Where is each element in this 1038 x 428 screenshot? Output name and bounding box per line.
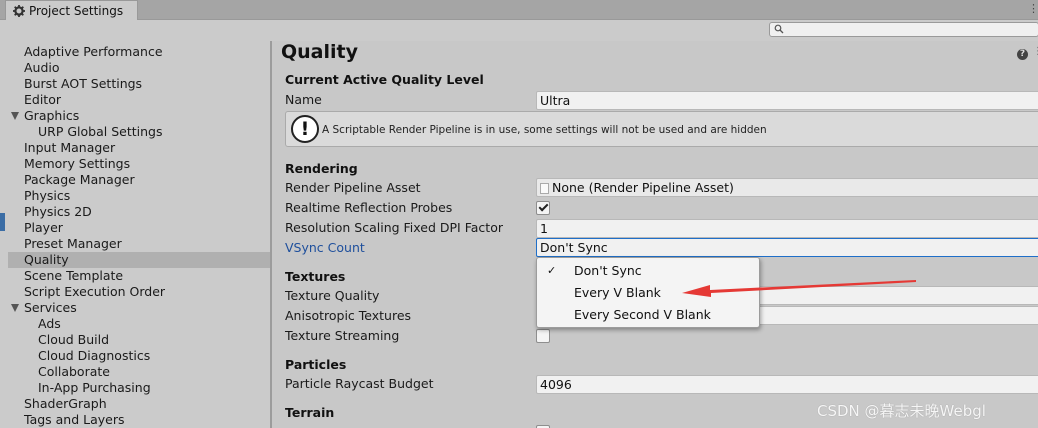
expand-triangle-icon[interactable]: [11, 304, 19, 312]
gear-icon: [13, 5, 25, 17]
terrain-header: Terrain: [285, 405, 335, 420]
sidebar-item-label: Collaborate: [38, 364, 110, 379]
more-options-icon[interactable]: ⋮: [1028, 2, 1038, 16]
srp-info-message: A Scriptable Render Pipeline is in use, …: [322, 124, 767, 136]
reflection-probes-label: Realtime Reflection Probes: [285, 200, 453, 215]
sidebar-item-label: Burst AOT Settings: [24, 76, 143, 91]
sidebar-item-label: Scene Template: [24, 268, 124, 283]
sidebar-item-label: Ads: [38, 316, 61, 331]
quality-name-field[interactable]: Ultra: [536, 91, 1038, 110]
sidebar-item-package-manager[interactable]: Package Manager: [8, 172, 270, 188]
render-pipeline-value: None (Render Pipeline Asset): [552, 180, 734, 195]
texture-streaming-label: Texture Streaming: [285, 328, 400, 343]
tab-title: Project Settings: [29, 4, 124, 18]
name-label: Name: [285, 92, 322, 107]
dpi-factor-field[interactable]: 1: [536, 219, 1038, 238]
textures-header: Textures: [285, 269, 346, 284]
checkmark-icon: ✓: [547, 264, 557, 277]
search-icon: [774, 24, 784, 34]
sidebar-item-tags-and-layers[interactable]: Tags and Layers: [8, 412, 270, 428]
sidebar-item-urp-global[interactable]: URP Global Settings: [8, 124, 270, 140]
asset-file-icon: [540, 183, 549, 194]
left-edge: [0, 41, 8, 428]
window-titlebar: Project Settings ⋮: [0, 0, 1038, 21]
sidebar-item-input-manager[interactable]: Input Manager: [8, 140, 270, 156]
sidebar-item-label: Audio: [24, 60, 60, 75]
sidebar-item-label: Package Manager: [24, 172, 135, 187]
sidebar-item-label: Services: [24, 300, 77, 315]
sidebar-item-script-execution-order[interactable]: Script Execution Order: [8, 284, 270, 300]
render-pipeline-asset-field[interactable]: None (Render Pipeline Asset): [536, 178, 1038, 197]
sidebar-item-audio[interactable]: Audio: [8, 60, 270, 76]
option-label: Don't Sync: [574, 263, 642, 278]
sidebar-item-adaptive-performance[interactable]: Adaptive Performance: [8, 44, 270, 60]
project-settings-tab[interactable]: Project Settings: [5, 0, 138, 21]
sidebar-item-graphics[interactable]: Graphics: [8, 108, 270, 124]
sidebar-item-cloud-diagnostics[interactable]: Cloud Diagnostics: [8, 348, 270, 364]
toolbar: [0, 20, 1038, 41]
sidebar-item-scene-template[interactable]: Scene Template: [8, 268, 270, 284]
page-title: Quality: [281, 41, 358, 63]
settings-sidebar: Adaptive Performance Audio Burst AOT Set…: [8, 41, 270, 428]
sidebar-item-player[interactable]: Player: [8, 220, 270, 236]
settings-menu-icon[interactable]: ⋮: [1033, 46, 1038, 57]
srp-info-box: ! A Scriptable Render Pipeline is in use…: [285, 111, 1038, 147]
sidebar-item-label: Script Execution Order: [24, 284, 166, 299]
settings-search-input[interactable]: [769, 22, 1038, 37]
expand-triangle-icon[interactable]: [11, 112, 19, 120]
texture-streaming-checkbox[interactable]: [536, 329, 550, 343]
sidebar-item-label: Tags and Layers: [24, 412, 125, 427]
sidebar-item-label: Graphics: [24, 108, 80, 123]
annotation-arrow: [682, 280, 916, 297]
sidebar-item-physics-2d[interactable]: Physics 2D: [8, 204, 270, 220]
reflection-probes-checkbox[interactable]: [536, 201, 550, 215]
help-icon[interactable]: ?: [1017, 49, 1028, 60]
sidebar-item-cloud-build[interactable]: Cloud Build: [8, 332, 270, 348]
warning-icon: !: [291, 115, 319, 143]
sidebar-item-label: Cloud Build: [38, 332, 110, 347]
option-label: Every V Blank: [574, 285, 661, 300]
option-label: Every Second V Blank: [574, 307, 711, 322]
dpi-factor-label: Resolution Scaling Fixed DPI Factor: [285, 220, 503, 235]
sidebar-item-label: Memory Settings: [24, 156, 131, 171]
sidebar-item-label: Editor: [24, 92, 61, 107]
particles-header: Particles: [285, 357, 347, 372]
sidebar-item-shadergraph[interactable]: ShaderGraph: [8, 396, 270, 412]
sidebar-item-burst-aot[interactable]: Burst AOT Settings: [8, 76, 270, 92]
quality-settings-panel: Quality ? ⋮ Current Active Quality Level…: [272, 41, 1038, 428]
sidebar-item-label: URP Global Settings: [38, 124, 163, 139]
sidebar-item-label: Physics 2D: [24, 204, 92, 219]
sidebar-item-label: Physics: [24, 188, 71, 203]
sidebar-item-label: Quality: [24, 252, 69, 267]
particle-raycast-label: Particle Raycast Budget: [285, 376, 434, 391]
vsync-count-label: VSync Count: [285, 240, 365, 255]
anisotropic-label: Anisotropic Textures: [285, 308, 412, 323]
sidebar-item-quality[interactable]: Quality: [8, 252, 270, 268]
sidebar-item-label: Player: [24, 220, 63, 235]
sidebar-item-label: In-App Purchasing: [38, 380, 151, 395]
sidebar-item-label: Input Manager: [24, 140, 116, 155]
vsync-count-select[interactable]: Don't Sync: [536, 238, 1038, 257]
sidebar-item-services[interactable]: Services: [8, 300, 270, 316]
vsync-option-every-second-v-blank[interactable]: Every Second V Blank: [537, 305, 759, 325]
sidebar-item-editor[interactable]: Editor: [8, 92, 270, 108]
current-level-header: Current Active Quality Level: [285, 72, 484, 87]
sidebar-item-ads[interactable]: Ads: [8, 316, 270, 332]
watermark-text: CSDN @暮志未晚Webgl: [817, 402, 986, 420]
sidebar-item-label: Cloud Diagnostics: [38, 348, 151, 363]
edge-marker: [0, 213, 5, 231]
particle-raycast-field[interactable]: 4096: [536, 375, 1038, 394]
sidebar-item-label: Adaptive Performance: [24, 44, 163, 59]
sidebar-item-in-app-purchasing[interactable]: In-App Purchasing: [8, 380, 270, 396]
sidebar-item-memory-settings[interactable]: Memory Settings: [8, 156, 270, 172]
sidebar-item-physics[interactable]: Physics: [8, 188, 270, 204]
sidebar-item-collaborate[interactable]: Collaborate: [8, 364, 270, 380]
texture-quality-label: Texture Quality: [285, 288, 380, 303]
rendering-header: Rendering: [285, 161, 358, 176]
sidebar-item-preset-manager[interactable]: Preset Manager: [8, 236, 270, 252]
render-pipeline-label: Render Pipeline Asset: [285, 180, 421, 195]
sidebar-item-label: Preset Manager: [24, 236, 122, 251]
sidebar-item-label: ShaderGraph: [24, 396, 107, 411]
